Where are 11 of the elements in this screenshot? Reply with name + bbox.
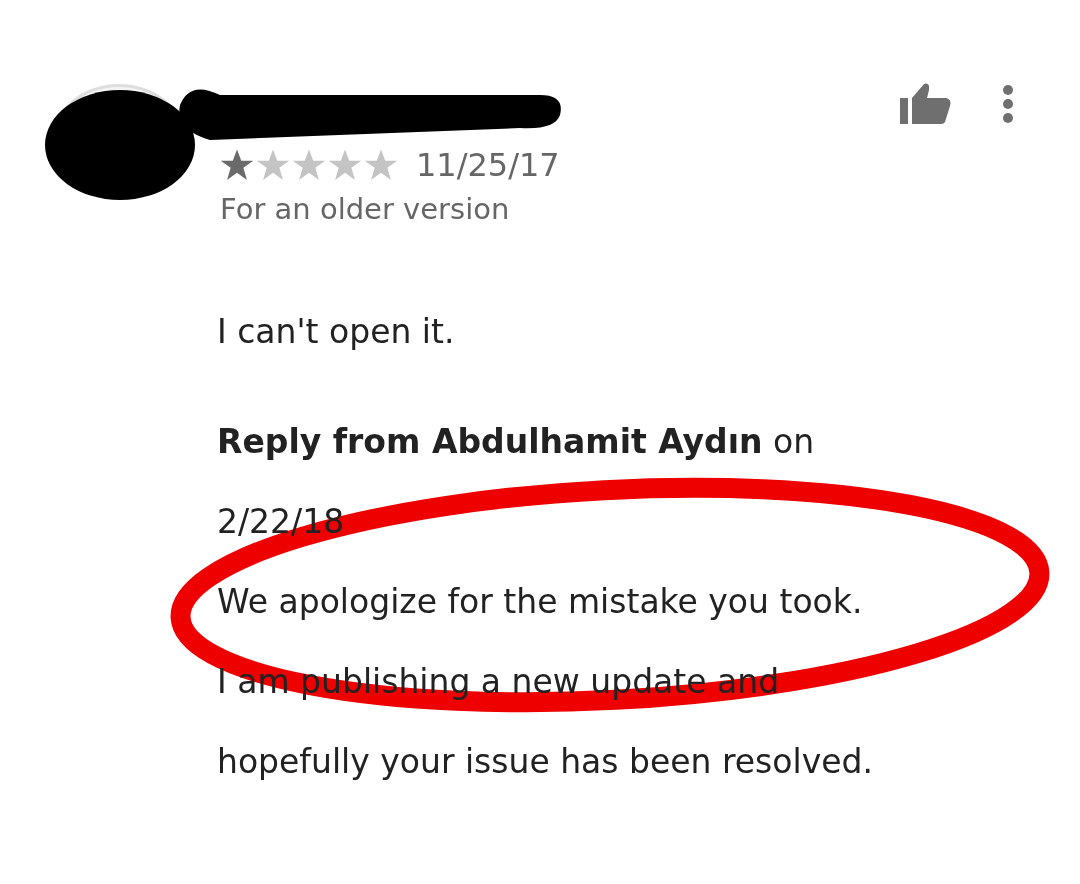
star-icon <box>364 148 398 182</box>
star-icon <box>220 148 254 182</box>
review-text: I can't open it. <box>217 311 455 353</box>
more-options-icon[interactable] <box>1002 84 1014 124</box>
review-date: 11/25/17 <box>416 146 560 184</box>
star-icon <box>292 148 326 182</box>
version-note: For an older version <box>220 192 511 226</box>
thumbs-up-icon[interactable] <box>900 82 952 126</box>
star-icon <box>256 148 290 182</box>
reply-header: Reply from Abdulhamit Aydın on 2/22/18 <box>217 421 815 543</box>
star-icon <box>328 148 362 182</box>
